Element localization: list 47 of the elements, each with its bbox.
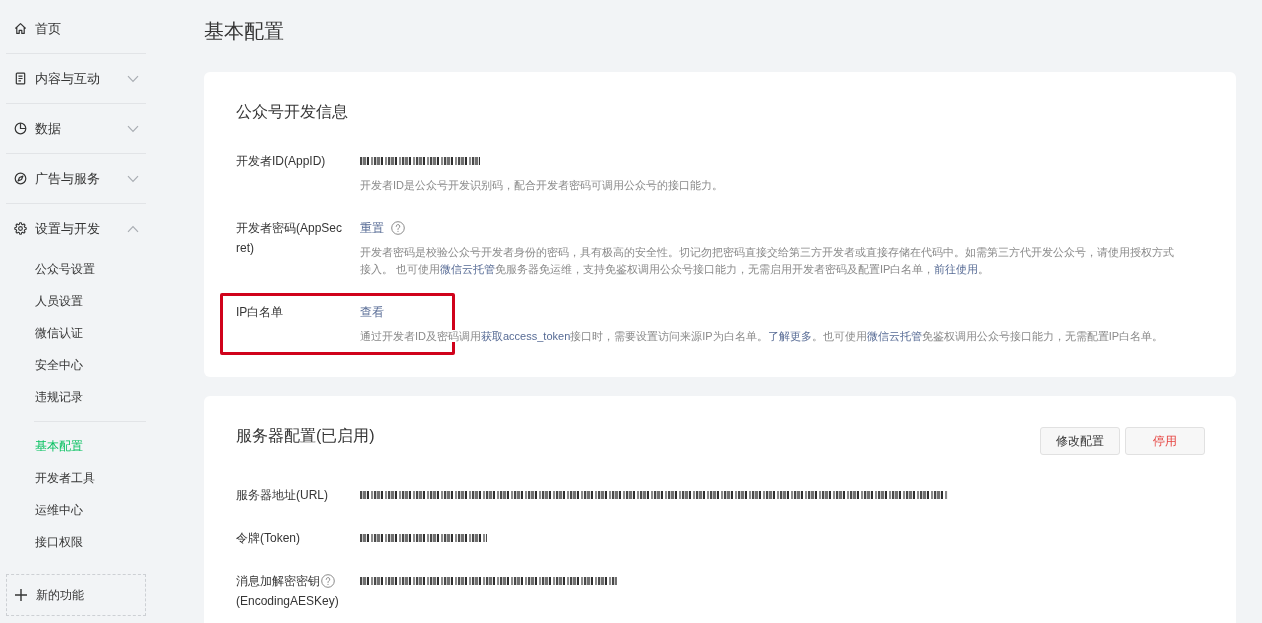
nav-subitem[interactable]: 公众号设置 bbox=[6, 253, 146, 285]
nav-subitem[interactable]: 开发者工具 bbox=[6, 462, 146, 494]
nav-subitem[interactable]: 安全中心 bbox=[6, 349, 146, 381]
chevron-down-icon[interactable] bbox=[127, 124, 139, 133]
field-label: IP白名单 bbox=[236, 305, 284, 319]
field-label: (EncodingAESKey) bbox=[236, 594, 339, 608]
field-label: 服务器地址(URL) bbox=[236, 488, 328, 502]
nav-item[interactable]: 设置与开发 bbox=[6, 204, 146, 253]
disable-button[interactable]: 停用 bbox=[1125, 427, 1205, 455]
chevron-up-icon[interactable] bbox=[127, 224, 139, 233]
compass-icon bbox=[14, 172, 27, 185]
field-label: 消息加解密密钥 bbox=[236, 574, 320, 588]
card-title: 公众号开发信息 bbox=[236, 102, 348, 122]
chevron-down-icon[interactable] bbox=[127, 74, 139, 83]
edit-button[interactable]: 修改配置 bbox=[1040, 427, 1120, 455]
inline-link[interactable]: 了解更多 bbox=[767, 330, 812, 342]
nav-subitem[interactable]: 违规记录 bbox=[6, 381, 146, 413]
help-icon[interactable] bbox=[321, 574, 335, 588]
field-label: 令牌(Token) bbox=[236, 531, 300, 545]
document-icon bbox=[14, 72, 27, 85]
inline-link[interactable]: 获取access_token bbox=[481, 330, 571, 342]
pie-chart-icon bbox=[14, 122, 27, 135]
card-title: 服务器配置(已启用) bbox=[236, 426, 375, 446]
description-text: 通过开发者ID及密码调用获取access_token接口时，需要设置访问来源IP为白名单。了解更多。也可使用微信云托管免鉴权调用公众号接口能力，无需配置IP白名单。 bbox=[360, 329, 1165, 344]
nav-item[interactable]: 首页 bbox=[6, 4, 146, 53]
nav-subitem[interactable]: 微信认证 bbox=[6, 317, 146, 349]
field-label: 开发者密码(AppSecret) bbox=[236, 221, 343, 255]
page-title: 基本配置 bbox=[204, 19, 285, 43]
gear-icon bbox=[14, 222, 27, 235]
help-icon[interactable] bbox=[391, 221, 405, 235]
field-label: 开发者ID(AppID) bbox=[236, 154, 326, 168]
home-icon bbox=[14, 22, 27, 35]
inline-link[interactable]: 前往使用 bbox=[934, 263, 979, 275]
chevron-down-icon[interactable] bbox=[127, 174, 139, 183]
nav-item[interactable]: 数据 bbox=[6, 104, 146, 153]
nav-subitem[interactable]: 运维中心 bbox=[6, 494, 146, 526]
nav-subitem[interactable]: 接口权限 bbox=[6, 526, 146, 558]
action-link[interactable]: 重置 bbox=[360, 218, 384, 238]
action-link[interactable]: 查看 bbox=[360, 302, 384, 322]
nav-item[interactable]: 内容与互动 bbox=[6, 54, 146, 103]
description-text: 开发者密码是校验公众号开发者身份的密码，具有极高的安全性。切记勿把密码直接交给第三方开发者或直接存储在代码中。如需第三方代开发公众号，请使用授权方式接入。 也可使用微信云托管免服务器免运维，支持免鉴权调用公众号接口能力，无需启用开发者密码及配置IP白名单，前往使用。 bbox=[360, 245, 1175, 277]
plus-icon bbox=[15, 589, 27, 601]
nav-item[interactable]: 广告与服务 bbox=[6, 154, 146, 203]
inline-link[interactable]: 微信云托管 bbox=[866, 330, 922, 342]
new-feature-button[interactable]: 新的功能 bbox=[6, 574, 146, 616]
inline-link[interactable]: 微信云托管 bbox=[440, 263, 496, 275]
nav-subitem[interactable]: 人员设置 bbox=[6, 285, 146, 317]
